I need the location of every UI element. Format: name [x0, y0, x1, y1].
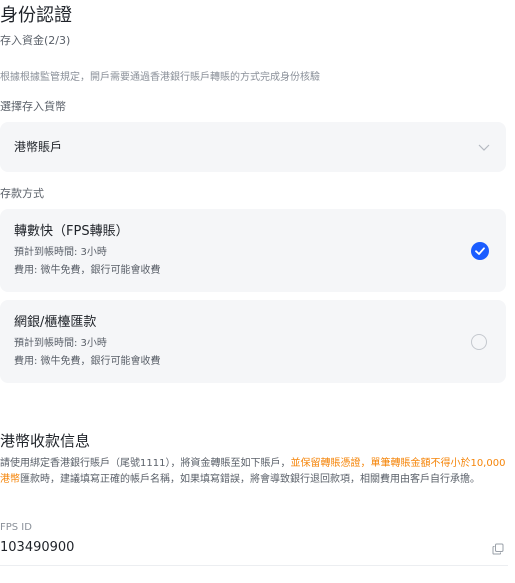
fps-id-value: 103490900: [0, 540, 75, 555]
copy-icon[interactable]: [492, 543, 504, 555]
hk-receipt-description: 請使用綁定香港銀行賬戶（尾號1111），將資金轉賬至如下賬戶，並保留轉賬憑證，單…: [0, 456, 508, 488]
option-fee: 費用: 微牛免費，銀行可能會收費: [14, 356, 161, 367]
step-indicator: 存入資金(2/3): [0, 34, 71, 47]
divider: [0, 565, 508, 566]
chevron-down-icon[interactable]: [477, 140, 491, 154]
currency-select-value: 港幣賬戶: [14, 140, 63, 154]
deposit-option-fps[interactable]: 轉數快（FPS轉賬） 預計到帳時間: 3小時 費用: 微牛免費，銀行可能會收費: [0, 209, 506, 292]
option-eta: 預計到帳時間: 3小時: [14, 247, 107, 258]
desc-text: 請使用綁定香港銀行賬戶（尾號1111），將資金轉賬至如下賬戶，: [0, 458, 291, 469]
deposit-option-bank-transfer[interactable]: 網銀/櫃檯匯款 預計到帳時間: 3小時 費用: 微牛免費，銀行可能會收費: [0, 300, 506, 383]
page-title: 身份認證: [0, 5, 72, 26]
hk-receipt-title: 港幣收款信息: [0, 432, 91, 450]
option-fee: 費用: 微牛免費，銀行可能會收費: [14, 265, 161, 276]
option-title: 網銀/櫃檯匯款: [14, 315, 97, 330]
deposit-page: 身份認證 存入資金(2/3) 根據根據監管規定，開戶需要通過香港銀行賬戶轉賬的方…: [0, 0, 515, 583]
deposit-method-label: 存款方式: [0, 187, 44, 200]
fps-id-label: FPS ID: [0, 522, 32, 533]
currency-select[interactable]: 港幣賬戶: [0, 122, 506, 172]
desc-text-2: 匯款時，建議填寫正確的帳戶名稱，如果填寫錯誤，將會導致銀行退回款項，相關費用由客…: [20, 474, 480, 485]
regulation-notice: 根據根據監管規定，開戶需要通過香港銀行賬戶轉賬的方式完成身份核驗: [0, 72, 320, 83]
currency-label: 選擇存入貨幣: [0, 100, 66, 113]
option-title: 轉數快（FPS轉賬）: [14, 224, 129, 239]
check-circle-icon[interactable]: [471, 242, 489, 260]
radio-unchecked-icon[interactable]: [471, 334, 487, 350]
option-eta: 預計到帳時間: 3小時: [14, 338, 107, 349]
